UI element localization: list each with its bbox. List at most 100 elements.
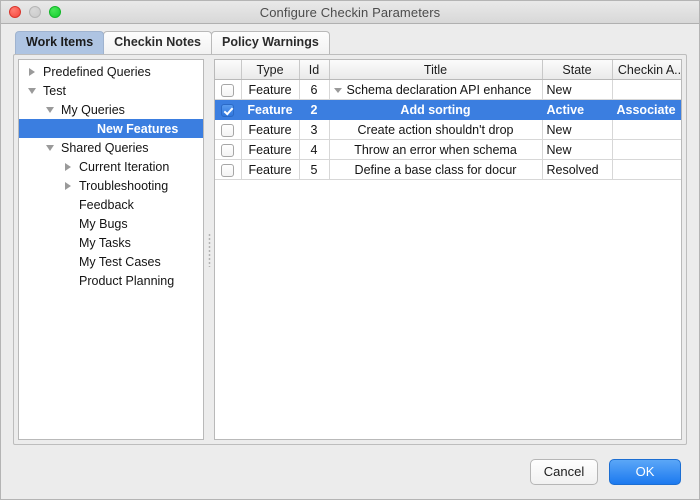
cell-type: Feature <box>241 99 300 120</box>
column-header-id[interactable]: Id <box>299 60 330 80</box>
row-select-cell[interactable] <box>215 119 242 140</box>
cell-state: Resolved <box>542 159 613 180</box>
table-row[interactable]: Feature 2 Add sorting Active Associate <box>215 99 681 120</box>
tree-item-label: Feedback <box>79 197 134 212</box>
tab-policy-warnings[interactable]: Policy Warnings <box>211 31 330 54</box>
cell-checkin-action-text: Associate <box>616 102 676 117</box>
cell-state-text: New <box>546 82 572 97</box>
column-header-checkin-action[interactable]: Checkin A... <box>612 60 681 80</box>
tree-item-feedback[interactable]: Feedback <box>19 195 203 214</box>
cell-type-text: Feature <box>248 122 292 137</box>
tree-item-troubleshooting[interactable]: Troubleshooting <box>19 176 203 195</box>
cell-title: Throw an error when schema <box>329 139 543 160</box>
cell-checkin-action <box>612 139 681 160</box>
chevron-right-icon[interactable] <box>25 67 39 76</box>
query-tree[interactable]: Predefined Queries Test My Queries New Feat… <box>18 59 204 440</box>
cell-checkin-action <box>612 119 681 140</box>
cell-id-text: 4 <box>310 142 318 157</box>
cell-state-text: Resolved <box>546 162 599 177</box>
work-items-panel: Predefined Queries Test My Queries New Feat… <box>13 54 687 445</box>
window-title: Configure Checkin Parameters <box>259 4 441 20</box>
table-body: Feature 6 Schema declaration API enhance Ne… <box>215 79 681 180</box>
table-row[interactable]: Feature 6 Schema declaration API enhance Ne… <box>215 79 681 100</box>
tree-item-label: Predefined Queries <box>43 64 151 79</box>
cell-title-text: Define a base class for docur <box>354 162 517 177</box>
chevron-right-glyph <box>65 162 71 171</box>
tree-item-label: My Test Cases <box>79 254 161 269</box>
row-select-cell[interactable] <box>215 79 242 100</box>
table-row[interactable]: Feature 4 Throw an error when schema New <box>215 139 681 160</box>
cell-title: Add sorting <box>329 99 543 120</box>
dialog-window: Configure Checkin Parameters Work Items … <box>0 0 700 500</box>
cell-title: Schema declaration API enhance <box>329 79 543 100</box>
tree-item-shared-queries[interactable]: Shared Queries <box>19 138 203 157</box>
tab-work-items[interactable]: Work Items <box>15 31 105 54</box>
tree-item-my-queries[interactable]: My Queries <box>19 100 203 119</box>
zoom-button[interactable] <box>49 6 61 18</box>
cell-state: New <box>542 139 613 160</box>
cell-id: 4 <box>299 139 330 160</box>
cell-checkin-action: Associate <box>612 99 681 120</box>
tree-item-new-features[interactable]: New Features <box>19 119 203 138</box>
cell-title-text: Schema declaration API enhance <box>346 82 532 97</box>
chevron-right-icon[interactable] <box>61 181 75 190</box>
row-select-cell[interactable] <box>215 139 242 160</box>
cell-title: Define a base class for docur <box>329 159 543 180</box>
close-button[interactable] <box>9 6 21 18</box>
cell-type-text: Feature <box>248 162 292 177</box>
tree-item-product-planning[interactable]: Product Planning <box>19 271 203 290</box>
panel-splitter[interactable] <box>204 59 214 440</box>
table-header-row: Type Id Title State Checkin A... <box>215 60 681 80</box>
tree-item-my-bugs[interactable]: My Bugs <box>19 214 203 233</box>
cell-id: 6 <box>299 79 330 100</box>
window-controls <box>9 6 61 18</box>
cell-state: Active <box>542 99 613 120</box>
tree-item-label: New Features <box>97 121 179 136</box>
cell-state: New <box>542 119 613 140</box>
cell-title-text: Add sorting <box>400 102 471 117</box>
column-header-state[interactable]: State <box>542 60 613 80</box>
column-header-title[interactable]: Title <box>329 60 543 80</box>
row-select-cell[interactable] <box>215 99 242 120</box>
cell-title: Create action shouldn't drop <box>329 119 543 140</box>
column-header-type[interactable]: Type <box>241 60 300 80</box>
cell-checkin-action <box>612 159 681 180</box>
chevron-down-icon[interactable] <box>43 144 57 151</box>
cancel-button[interactable]: Cancel <box>530 459 598 485</box>
tree-item-label: My Bugs <box>79 216 128 231</box>
tree-item-current-iteration[interactable]: Current Iteration <box>19 157 203 176</box>
chevron-right-icon[interactable] <box>61 162 75 171</box>
checkbox-unchecked-icon[interactable] <box>221 143 235 157</box>
chevron-down-icon[interactable] <box>25 87 39 94</box>
cell-type-text: Feature <box>248 82 292 97</box>
minimize-button[interactable] <box>29 6 41 18</box>
chevron-down-glyph <box>46 106 54 113</box>
checkbox-checked-icon[interactable] <box>221 103 235 117</box>
dialog-footer: Cancel OK <box>1 445 699 499</box>
cell-id-text: 3 <box>310 122 318 137</box>
row-expander-chevron-down-icon[interactable] <box>333 87 342 93</box>
cell-state-text: New <box>546 142 572 157</box>
tree-item-my-tasks[interactable]: My Tasks <box>19 233 203 252</box>
tree-item-label: Test <box>43 83 66 98</box>
tree-item-label: Product Planning <box>79 273 175 288</box>
chevron-right-glyph <box>65 181 71 190</box>
checkbox-unchecked-icon[interactable] <box>221 83 235 97</box>
checkbox-unchecked-icon[interactable] <box>221 163 235 177</box>
cell-id-text: 6 <box>310 82 318 97</box>
table-row[interactable]: Feature 3 Create action shouldn't drop New <box>215 119 681 140</box>
ok-button[interactable]: OK <box>609 459 681 485</box>
tree-item-test[interactable]: Test <box>19 81 203 100</box>
row-select-cell[interactable] <box>215 159 242 180</box>
checkbox-unchecked-icon[interactable] <box>221 123 235 137</box>
table-row[interactable]: Feature 5 Define a base class for docur Res… <box>215 159 681 180</box>
cell-id: 5 <box>299 159 330 180</box>
tree-item-predefined-queries[interactable]: Predefined Queries <box>19 62 203 81</box>
tree-item-my-test-cases[interactable]: My Test Cases <box>19 252 203 271</box>
tab-checkin-notes[interactable]: Checkin Notes <box>103 31 212 54</box>
column-header-select[interactable] <box>215 60 242 80</box>
splitter-grip-icon <box>207 232 211 267</box>
work-items-table[interactable]: Type Id Title State Checkin A... Feature… <box>214 59 682 440</box>
chevron-down-icon[interactable] <box>43 106 57 113</box>
chevron-down-glyph <box>46 144 54 151</box>
